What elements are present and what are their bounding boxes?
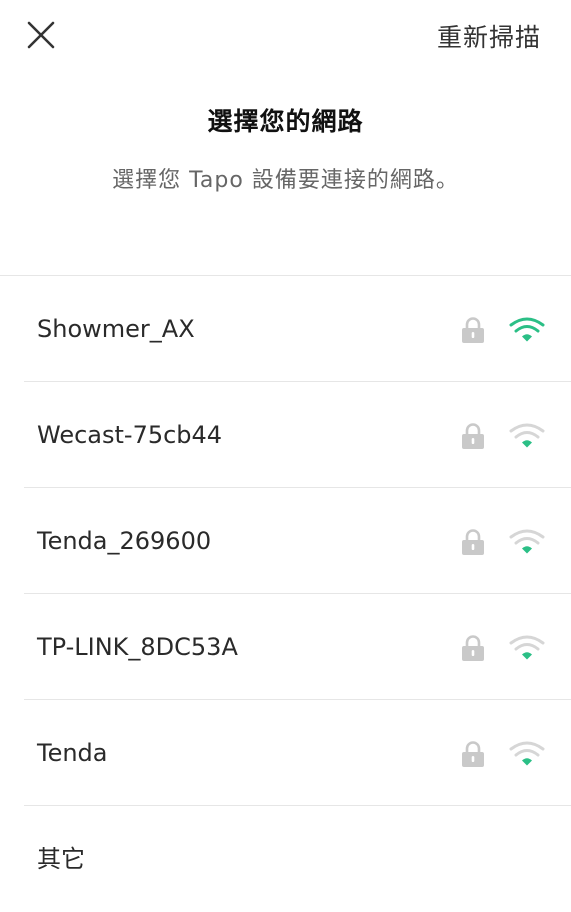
lock-icon [462,317,484,343]
network-row[interactable]: TP-LINK_8DC53A [0,594,571,700]
wifi-icon [509,423,545,448]
wifi-icon [509,317,545,342]
network-name: Tenda_269600 [37,527,212,555]
wifi-icon [509,529,545,554]
close-button[interactable] [22,16,60,54]
lock-icon [462,529,484,555]
lock-icon [462,423,484,449]
network-name: Tenda [37,739,108,767]
page-subtitle: 選擇您 Tapo 設備要連接的網路。 [112,168,459,193]
wifi-icon [509,741,545,766]
network-row[interactable]: Showmer_AX [0,276,571,382]
network-name: Showmer_AX [37,315,195,343]
network-row[interactable]: Tenda [0,700,571,806]
close-icon [27,21,55,49]
network-name: Wecast-75cb44 [37,421,223,449]
lock-icon [462,741,484,767]
network-row[interactable]: Wecast-75cb44 [0,382,571,488]
other-network-row[interactable]: 其它 [0,806,571,901]
network-list: Showmer_AX Wecast-75cb44 Tenda_269600 TP… [0,276,571,806]
network-row[interactable]: Tenda_269600 [0,488,571,594]
top-bar: 重新掃描 [0,0,571,76]
other-network-label: 其它 [37,845,85,873]
lock-icon [462,635,484,661]
rescan-button[interactable]: 重新掃描 [437,18,541,54]
page-title: 選擇您的網路 [207,107,364,136]
wifi-icon [509,635,545,660]
network-name: TP-LINK_8DC53A [37,633,238,661]
